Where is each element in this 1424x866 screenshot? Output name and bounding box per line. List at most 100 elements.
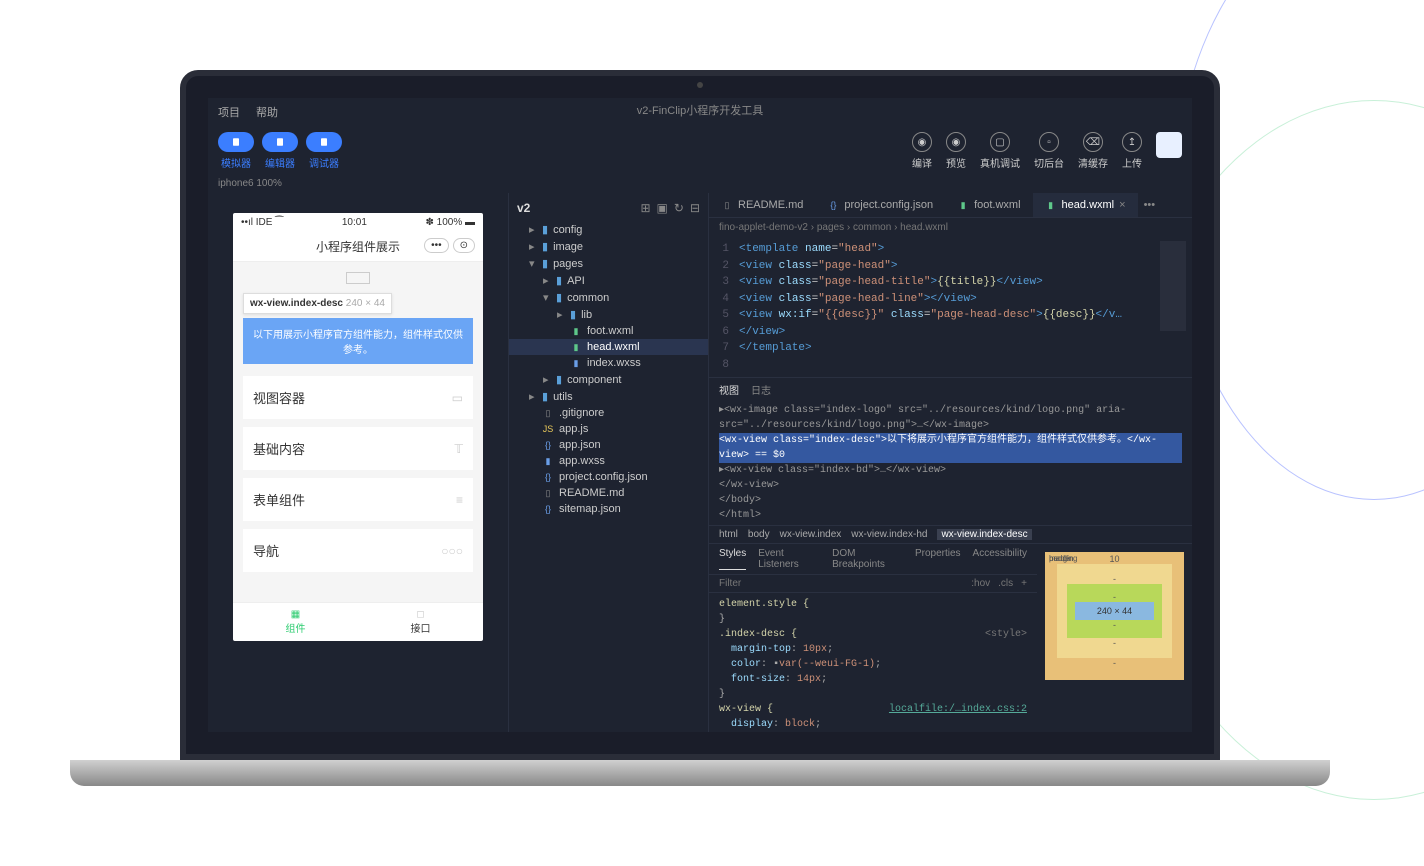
hover-toggle[interactable]: :hov — [971, 578, 990, 589]
folder-pages[interactable]: ▾▮pages — [509, 255, 708, 272]
box-model: margin 10 border- padding- 240 × 44 - — [1037, 544, 1192, 736]
dom-inspector[interactable]: ▸<wx-image class="index-logo" src="../re… — [709, 401, 1192, 525]
file-app.wxss[interactable]: ▮app.wxss — [509, 453, 708, 469]
folder-icon: ▮ — [542, 390, 548, 403]
file-icon: {} — [542, 504, 554, 514]
styles-tab-DOM Breakpoints[interactable]: DOM Breakpoints — [832, 548, 903, 570]
statusbar: iphone6 100% — [208, 174, 1192, 193]
tab-foot.wxml[interactable]: ▮foot.wxml — [945, 193, 1032, 217]
collapse-icon[interactable]: ⊟ — [690, 201, 700, 215]
path-crumb[interactable]: html — [719, 529, 738, 540]
file-app.js[interactable]: JSapp.js — [509, 421, 708, 437]
inspect-tooltip: wx-view.index-desc 240 × 44 — [243, 293, 392, 314]
file-icon: ▮ — [1045, 200, 1057, 211]
folder-common[interactable]: ▾▮common — [509, 289, 708, 306]
file-foot.wxml[interactable]: ▮foot.wxml — [509, 323, 708, 339]
file-head.wxml[interactable]: ▮head.wxml — [509, 339, 708, 355]
folder-image[interactable]: ▸▮image — [509, 238, 708, 255]
simulator-panel: ••ıl IDE ⁀ 10:01 ✽ 100% ▬ 小程序组件展示 ••• ⊙ — [208, 193, 508, 732]
breadcrumb[interactable]: fino-applet-demo-v2 › pages › common › h… — [709, 218, 1192, 237]
styles-tab-Styles[interactable]: Styles — [719, 548, 746, 570]
file-project.config.json[interactable]: {}project.config.json — [509, 469, 708, 485]
close-button[interactable]: ⊙ — [453, 238, 475, 253]
tool-0[interactable]: ◉编译 — [912, 132, 932, 170]
grid-icon: ▦ — [239, 609, 352, 620]
new-folder-icon[interactable]: ▣ — [657, 201, 668, 215]
css-rules[interactable]: element.style { } .index-desc {<style> m… — [709, 593, 1037, 736]
file-icon: {} — [827, 200, 839, 210]
explorer-root[interactable]: v2 — [517, 201, 530, 215]
styles-tab-Event Listeners[interactable]: Event Listeners — [758, 548, 820, 570]
status-time: 10:01 — [342, 217, 367, 228]
logo-placeholder — [346, 272, 370, 284]
laptop-frame: 项目 帮助 v2-FinClip小程序开发工具 模拟器编辑器调试器 ◉编译 ◉预览… — [180, 70, 1220, 786]
more-tabs[interactable]: ••• — [1138, 193, 1162, 217]
folder-config[interactable]: ▸▮config — [509, 221, 708, 238]
styles-tab-Accessibility[interactable]: Accessibility — [973, 548, 1027, 570]
phone-title: 小程序组件展示 ••• ⊙ — [233, 232, 483, 262]
file-icon: ▮ — [570, 342, 582, 353]
tab-components[interactable]: ▦ 组件 — [233, 603, 358, 641]
path-crumb[interactable]: body — [748, 529, 770, 540]
item-icon: ≡ — [456, 493, 463, 507]
new-file-icon[interactable]: ⊞ — [640, 201, 650, 215]
add-style-button[interactable]: + — [1021, 578, 1027, 589]
folder-icon: ▮ — [556, 274, 562, 287]
file-app.json[interactable]: {}app.json — [509, 437, 708, 453]
ide-window: 项目 帮助 v2-FinClip小程序开发工具 模拟器编辑器调试器 ◉编译 ◉预览… — [208, 98, 1192, 732]
device-status: iphone6 100% — [218, 178, 282, 189]
list-item[interactable]: 视图容器▭ — [243, 376, 473, 419]
menubar: 项目 帮助 v2-FinClip小程序开发工具 — [208, 98, 1192, 126]
tab-api[interactable]: ◻ 接口 — [358, 603, 483, 641]
file-icon: JS — [542, 424, 554, 434]
file-icon: {} — [542, 472, 554, 482]
tool-4[interactable]: ⌫清缓存 — [1078, 132, 1108, 170]
file-.gitignore[interactable]: ▯.gitignore — [509, 405, 708, 421]
refresh-icon[interactable]: ↻ — [674, 201, 684, 215]
path-crumb[interactable]: wx-view.index-hd — [851, 529, 927, 540]
styles-filter[interactable]: Filter — [719, 578, 971, 589]
highlighted-element[interactable]: 以下用展示小程序官方组件能力，组件样式仅供参考。 — [243, 318, 473, 364]
laptop-base — [70, 760, 1330, 786]
file-icon: ▮ — [542, 456, 554, 467]
file-explorer: v2 ⊞ ▣ ↻ ⊟ ▸▮config▸▮image▾▮pages▸▮API▾▮… — [508, 193, 708, 732]
mode-1[interactable]: 编辑器 — [262, 132, 298, 170]
file-icon: ▯ — [542, 408, 554, 419]
item-icon: ○○○ — [441, 544, 463, 558]
dt-tab-日志[interactable]: 日志 — [751, 382, 771, 397]
mode-0[interactable]: 模拟器 — [218, 132, 254, 170]
list-item[interactable]: 表单组件≡ — [243, 478, 473, 521]
editor-panel: ▯README.md{}project.config.json▮foot.wxm… — [708, 193, 1192, 732]
file-icon: ▮ — [570, 326, 582, 337]
path-crumb[interactable]: wx-view.index-desc — [937, 529, 1031, 540]
list-item[interactable]: 导航○○○ — [243, 529, 473, 572]
file-sitemap.json[interactable]: {}sitemap.json — [509, 501, 708, 517]
tool-2[interactable]: ▢真机调试 — [980, 132, 1020, 170]
close-icon[interactable]: × — [1119, 199, 1125, 211]
path-crumb[interactable]: wx-view.index — [780, 529, 842, 540]
styles-tab-Properties[interactable]: Properties — [915, 548, 961, 570]
tab-head.wxml[interactable]: ▮head.wxml× — [1033, 193, 1138, 217]
file-index.wxss[interactable]: ▮index.wxss — [509, 355, 708, 371]
tool-3[interactable]: ▫切后台 — [1034, 132, 1064, 170]
folder-utils[interactable]: ▸▮utils — [509, 388, 708, 405]
folder-icon: ▮ — [542, 223, 548, 236]
folder-icon: ▮ — [570, 308, 576, 321]
minimap[interactable] — [1160, 241, 1186, 331]
tab-project.config.json[interactable]: {}project.config.json — [815, 193, 945, 217]
tool-5[interactable]: ↥上传 — [1122, 132, 1142, 170]
folder-API[interactable]: ▸▮API — [509, 272, 708, 289]
tool-1[interactable]: ◉预览 — [946, 132, 966, 170]
folder-lib[interactable]: ▸▮lib — [509, 306, 708, 323]
phone-statusbar: ••ıl IDE ⁀ 10:01 ✽ 100% ▬ — [233, 213, 483, 232]
tab-README.md[interactable]: ▯README.md — [709, 193, 815, 217]
more-button[interactable]: ••• — [424, 238, 449, 253]
folder-component[interactable]: ▸▮component — [509, 371, 708, 388]
dt-tab-视图[interactable]: 视图 — [719, 382, 739, 397]
avatar[interactable] — [1156, 132, 1182, 158]
mode-2[interactable]: 调试器 — [306, 132, 342, 170]
list-item[interactable]: 基础内容𝕋 — [243, 427, 473, 470]
file-README.md[interactable]: ▯README.md — [509, 485, 708, 501]
code-editor[interactable]: 1<template name="head">2 <view class="pa… — [709, 237, 1192, 377]
cls-toggle[interactable]: .cls — [998, 578, 1013, 589]
